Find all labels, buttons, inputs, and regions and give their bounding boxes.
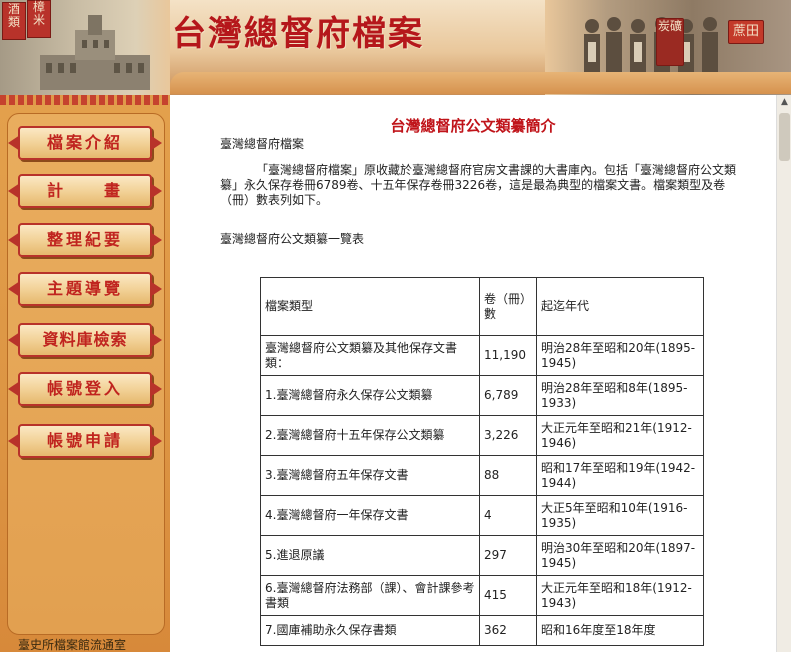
- table-cell: 362: [479, 615, 537, 646]
- table-row: 4.臺灣總督府一年保存文書 4 大正5年至昭和10年(1916-1935): [260, 495, 704, 536]
- governor-building-image: [40, 15, 150, 90]
- table-cell: 4.臺灣總督府一年保存文書: [260, 495, 480, 536]
- table-cell: 7.國庫補助永久保存書類: [260, 615, 480, 646]
- seal-coal-mine: 炭礦: [656, 18, 684, 66]
- header-banner: 酒類 樟米 台灣總督府檔案 炭礦 蔗田: [0, 0, 791, 95]
- site-title: 台灣總督府檔案: [172, 14, 424, 54]
- table-cell: 415: [479, 575, 537, 616]
- table-cell: 5.進退原議: [260, 535, 480, 576]
- nav-label: 資料庫檢索: [42, 330, 128, 349]
- table-header-row: 檔案類型 卷（冊）數 起迄年代: [260, 277, 704, 336]
- nav-label: 整理紀要: [46, 230, 123, 249]
- nav-label: 帳號登入: [46, 379, 123, 398]
- table-cell: 明治28年至昭和8年(1895-1933): [536, 375, 704, 416]
- main-content: 台灣總督府公文類纂簡介 臺灣總督府檔案 「臺灣總督府檔案」原收藏於臺灣總督府官房…: [170, 95, 776, 652]
- arrow-left-icon: [8, 381, 20, 397]
- nav-account-apply[interactable]: 帳號申請: [8, 424, 162, 458]
- table-row: 2.臺灣總督府十五年保存公文類纂 3,226 大正元年至昭和21年(1912-1…: [260, 415, 704, 456]
- table-cell: 4: [479, 495, 537, 536]
- table-cell: 大正元年至昭和21年(1912-1946): [536, 415, 704, 456]
- table-header-cell: 卷（冊）數: [479, 277, 537, 336]
- seal-sugarcane: 蔗田: [728, 20, 764, 44]
- nav-database-search[interactable]: 資料庫檢索: [8, 323, 162, 357]
- table-row: 3.臺灣總督府五年保存文書 88 昭和17年至昭和19年(1942-1944): [260, 455, 704, 496]
- arrow-right-icon: [150, 135, 162, 151]
- list-heading: 臺灣總督府公文類纂一覽表: [220, 232, 365, 246]
- seal-liquor: 酒類: [2, 2, 26, 40]
- table-cell: 昭和17年至昭和19年(1942-1944): [536, 455, 704, 496]
- nav-account-login[interactable]: 帳號登入: [8, 372, 162, 406]
- scrollbar-thumb[interactable]: [779, 113, 790, 161]
- arrow-left-icon: [8, 332, 20, 348]
- table-cell: 11,190: [479, 335, 537, 376]
- intro-paragraph: 「臺灣總督府檔案」原收藏於臺灣總督府官房文書課的大書庫內。包括「臺灣總督府公文類…: [220, 163, 737, 207]
- table-row: 1.臺灣總督府永久保存公文類纂 6,789 明治28年至昭和8年(1895-19…: [260, 375, 704, 416]
- nav-archive-intro[interactable]: 檔案介紹: [8, 126, 162, 160]
- archive-category-table: 檔案類型 卷（冊）數 起迄年代 臺灣總督府公文類纂及其他保存文書類： 11,19…: [260, 277, 704, 646]
- table-row: 臺灣總督府公文類纂及其他保存文書類： 11,190 明治28年至昭和20年(18…: [260, 335, 704, 376]
- nav-label: 檔案介紹: [46, 133, 123, 152]
- arrow-right-icon: [150, 281, 162, 297]
- arrow-right-icon: [150, 381, 162, 397]
- table-cell: 1.臺灣總督府永久保存公文類纂: [260, 375, 480, 416]
- intro-heading: 臺灣總督府檔案: [220, 137, 305, 151]
- arrow-left-icon: [8, 135, 20, 151]
- table-cell: 明治28年至昭和20年(1895-1945): [536, 335, 704, 376]
- table-row: 6.臺灣總督府法務部（課）、會計課參考書類 415 大正元年至昭和18年(191…: [260, 575, 704, 616]
- sidebar-footer-label: 臺史所檔案館流通室: [18, 638, 127, 652]
- page-title: 台灣總督府公文類纂簡介: [390, 117, 556, 135]
- table-cell: 大正元年至昭和18年(1912-1943): [536, 575, 704, 616]
- table-cell: 6,789: [479, 375, 537, 416]
- table-row: 5.進退原議 297 明治30年至昭和20年(1897-1945): [260, 535, 704, 576]
- nav-label: 計 畫: [46, 181, 123, 200]
- table-cell: 88: [479, 455, 537, 496]
- arrow-left-icon: [8, 281, 20, 297]
- vertical-scrollbar[interactable]: ▲: [776, 95, 791, 652]
- nav-processing-summary[interactable]: 整理紀要: [8, 223, 162, 257]
- arrow-left-icon: [8, 232, 20, 248]
- table-cell: 3.臺灣總督府五年保存文書: [260, 455, 480, 496]
- nav-plan[interactable]: 計 畫: [8, 174, 162, 208]
- arrow-left-icon: [8, 183, 20, 199]
- nav-label: 帳號申請: [46, 431, 123, 450]
- table-cell: 3,226: [479, 415, 537, 456]
- table-header-cell: 起迄年代: [536, 277, 704, 336]
- table-cell: 明治30年至昭和20年(1897-1945): [536, 535, 704, 576]
- nav-topic-guide[interactable]: 主題導覽: [8, 272, 162, 306]
- table-cell: 臺灣總督府公文類纂及其他保存文書類：: [260, 335, 480, 376]
- decorative-dot-strip: [0, 95, 170, 105]
- arrow-right-icon: [150, 332, 162, 348]
- arrow-right-icon: [150, 232, 162, 248]
- table-cell: 2.臺灣總督府十五年保存公文類纂: [260, 415, 480, 456]
- table-cell: 大正5年至昭和10年(1916-1935): [536, 495, 704, 536]
- arrow-left-icon: [8, 433, 20, 449]
- table-cell: 297: [479, 535, 537, 576]
- header-divider: [170, 72, 791, 94]
- table-cell: 6.臺灣總督府法務部（課）、會計課參考書類: [260, 575, 480, 616]
- scroll-up-arrow-icon[interactable]: ▲: [777, 95, 791, 110]
- nav-label: 主題導覽: [46, 279, 123, 298]
- table-cell: 昭和16年度至18年度: [536, 615, 704, 646]
- arrow-right-icon: [150, 183, 162, 199]
- arrow-right-icon: [150, 433, 162, 449]
- table-header-cell: 檔案類型: [260, 277, 480, 336]
- table-row: 7.國庫補助永久保存書類 362 昭和16年度至18年度: [260, 615, 704, 646]
- seal-camphor: 樟米: [27, 0, 51, 38]
